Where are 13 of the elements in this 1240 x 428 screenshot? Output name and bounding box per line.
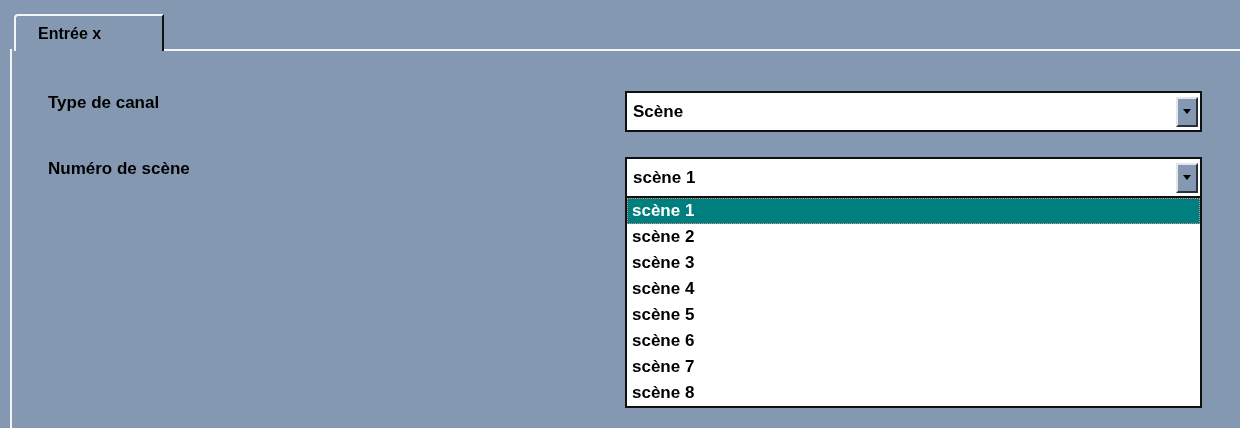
field-label: Type de canal	[48, 92, 161, 113]
dropdown[interactable]: scène 1	[625, 157, 1202, 198]
dropdown-option[interactable]: scène 7	[627, 354, 1200, 380]
dropdown-option[interactable]: scène 6	[627, 328, 1200, 354]
field-label: Numéro de scène	[48, 158, 191, 179]
tab[interactable]: Entrée x	[14, 14, 164, 51]
dropdown-option[interactable]: scène 8	[627, 380, 1200, 406]
dropdown-option[interactable]: scène 5	[627, 302, 1200, 328]
dropdown-option[interactable]: scène 3	[627, 250, 1200, 276]
dropdown-option[interactable]: scène 1	[627, 198, 1200, 224]
dropdown[interactable]: Scène	[625, 91, 1202, 132]
dropdown-option[interactable]: scène 2	[627, 224, 1200, 250]
dropdown-option[interactable]: scène 4	[627, 276, 1200, 302]
